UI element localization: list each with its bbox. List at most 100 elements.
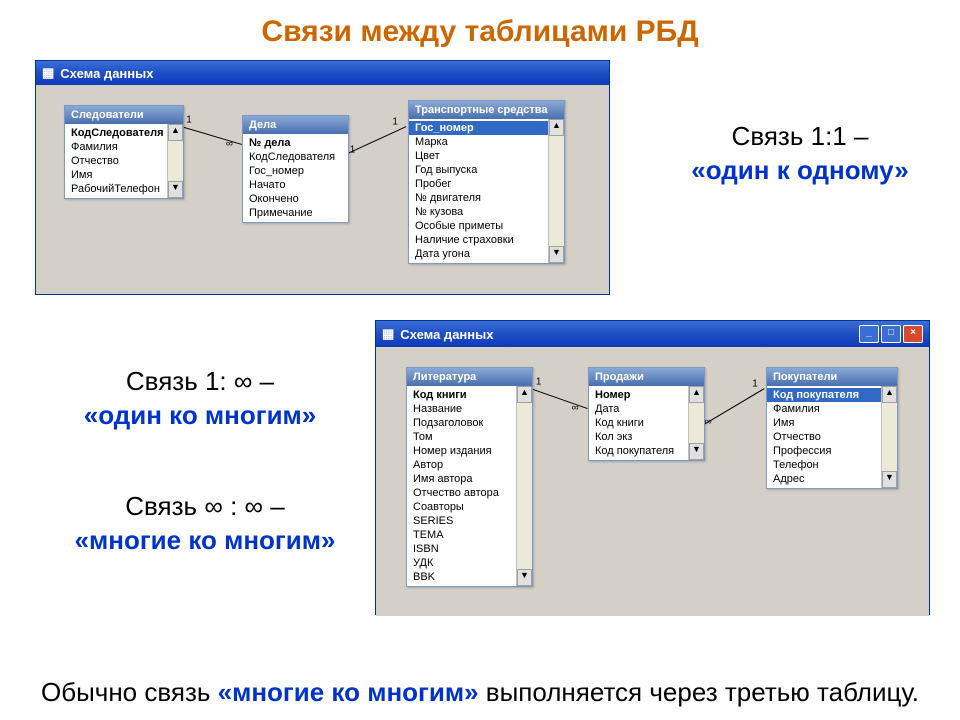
caption-highlight: «один ко многим» xyxy=(84,400,317,430)
field: Окончено xyxy=(243,192,348,206)
table-cases[interactable]: Дела № дела КодСледователя Гос_номер Нач… xyxy=(242,115,349,223)
field: Дата угона xyxy=(409,247,549,261)
table-vehicles[interactable]: Транспортные средства Гос_номер Марка Цв… xyxy=(408,100,565,264)
table-header: Продажи xyxy=(589,368,704,386)
field: Имя автора xyxy=(407,472,517,486)
caption-text: Связь 1:1 – xyxy=(732,121,869,151)
field: № кузова xyxy=(409,205,549,219)
table-header: Покупатели xyxy=(767,368,897,386)
caption-1to1: Связь 1:1 – «один к одному» xyxy=(660,120,940,188)
field: Фамилия xyxy=(65,140,168,154)
scroll-down-icon[interactable]: ▼ xyxy=(168,181,183,198)
caption-highlight: «один к одному» xyxy=(691,155,908,185)
scrollbar[interactable]: ▲ ▼ xyxy=(688,386,704,460)
rel-label: 1 xyxy=(350,144,356,155)
field: Код покупателя xyxy=(589,444,689,458)
field: Код покупателя xyxy=(767,388,882,402)
scroll-up-icon[interactable]: ▲ xyxy=(549,119,564,136)
footer-text: выполняется через третью таблицу. xyxy=(479,677,919,707)
field: Дата xyxy=(589,402,689,416)
table-investigators[interactable]: Следователи КодСледователя Фамилия Отчес… xyxy=(64,105,184,199)
scrollbar[interactable]: ▲ ▼ xyxy=(167,124,183,198)
table-header: Транспортные средства xyxy=(409,101,564,119)
window-controls: _ □ × xyxy=(859,325,923,343)
field: Автор xyxy=(407,458,517,472)
window-titlebar: ▦ Схема данных xyxy=(36,61,609,85)
window-client: 1 ∞ ∞ 1 Литература Код книги Название По… xyxy=(376,347,929,616)
field: Отчество автора xyxy=(407,486,517,500)
schema-window-1: ▦ Схема данных 1 ∞ 1 1 Следователи КодСл… xyxy=(35,60,610,295)
maximize-button[interactable]: □ xyxy=(881,325,901,343)
field: Год выпуска xyxy=(409,163,549,177)
scroll-up-icon[interactable]: ▲ xyxy=(168,124,183,141)
field: Отчество xyxy=(767,430,882,444)
field: Код книги xyxy=(407,388,517,402)
table-header: Литература xyxy=(407,368,532,386)
scrollbar[interactable]: ▲ ▼ xyxy=(881,386,897,488)
footer-note: Обычно связь «многие ко многим» выполняе… xyxy=(0,676,960,710)
field: Марка xyxy=(409,135,549,149)
field: SERIES xyxy=(407,514,517,528)
scroll-down-icon[interactable]: ▼ xyxy=(689,443,704,460)
table-buyers[interactable]: Покупатели Код покупателя Фамилия Имя От… xyxy=(766,367,898,489)
table-sales[interactable]: Продажи Номер Дата Код книги Кол экз Код… xyxy=(588,367,705,461)
field: Гос_номер xyxy=(243,164,348,178)
field: Том xyxy=(407,430,517,444)
field: Фамилия xyxy=(767,402,882,416)
field: Имя xyxy=(767,416,882,430)
window-client: 1 ∞ 1 1 Следователи КодСледователя Фамил… xyxy=(36,85,609,294)
scroll-up-icon[interactable]: ▲ xyxy=(517,386,532,403)
field: Адрес xyxy=(767,472,882,486)
close-button[interactable]: × xyxy=(903,325,923,343)
window-titlebar: ▦ Схема данных _ □ × xyxy=(376,321,929,347)
field: № двигателя xyxy=(409,191,549,205)
footer-highlight: «многие ко многим» xyxy=(218,677,479,707)
caption-manytomany: Связь ∞ : ∞ – «многие ко многим» xyxy=(40,490,370,558)
table-header: Следователи xyxy=(65,106,183,124)
field: Особые приметы xyxy=(409,219,549,233)
field: КодСледователя xyxy=(243,150,348,164)
field: Подзаголовок xyxy=(407,416,517,430)
field: Пробег xyxy=(409,177,549,191)
schema-window-2: ▦ Схема данных _ □ × 1 ∞ ∞ 1 Литература … xyxy=(375,320,930,615)
field: КодСледователя xyxy=(65,126,168,140)
app-icon: ▦ xyxy=(42,65,54,81)
scroll-down-icon[interactable]: ▼ xyxy=(517,569,532,586)
scroll-down-icon[interactable]: ▼ xyxy=(882,471,897,488)
rel-label: 1 xyxy=(186,115,192,126)
scroll-up-icon[interactable]: ▲ xyxy=(882,386,897,403)
svg-text:1: 1 xyxy=(752,379,758,390)
field: Начато xyxy=(243,178,348,192)
scrollbar[interactable]: ▲ ▼ xyxy=(516,386,532,586)
caption-text: Связь 1: ∞ – xyxy=(126,366,274,396)
scroll-down-icon[interactable]: ▼ xyxy=(549,246,564,263)
svg-text:∞: ∞ xyxy=(572,403,579,414)
minimize-button[interactable]: _ xyxy=(859,325,879,343)
field: Отчество xyxy=(65,154,168,168)
field: Номер издания xyxy=(407,444,517,458)
field: ISBN xyxy=(407,542,517,556)
svg-text:∞: ∞ xyxy=(705,416,712,427)
field: Профессия xyxy=(767,444,882,458)
field: РабочийТелефон xyxy=(65,182,168,196)
field: Гос_номер xyxy=(409,121,549,135)
field: TEMA xyxy=(407,528,517,542)
caption-1tomany: Связь 1: ∞ – «один ко многим» xyxy=(40,365,360,433)
field: № дела xyxy=(243,136,348,150)
app-icon: ▦ xyxy=(382,326,394,342)
scroll-up-icon[interactable]: ▲ xyxy=(689,386,704,403)
window-title: Схема данных xyxy=(400,327,493,342)
rel-label: ∞ xyxy=(226,138,233,149)
field: Наличие страховки xyxy=(409,233,549,247)
field: Кол экз xyxy=(589,430,689,444)
field: Код книги xyxy=(589,416,689,430)
field: Цвет xyxy=(409,149,549,163)
caption-text: Связь ∞ : ∞ – xyxy=(125,491,285,521)
slide-title: Связи между таблицами РБД xyxy=(0,0,960,57)
table-header: Дела xyxy=(243,116,348,134)
svg-text:1: 1 xyxy=(536,377,542,388)
table-literature[interactable]: Литература Код книги Название Подзаголов… xyxy=(406,367,533,587)
field: Имя xyxy=(65,168,168,182)
field: Телефон xyxy=(767,458,882,472)
scrollbar[interactable]: ▲ ▼ xyxy=(548,119,564,263)
